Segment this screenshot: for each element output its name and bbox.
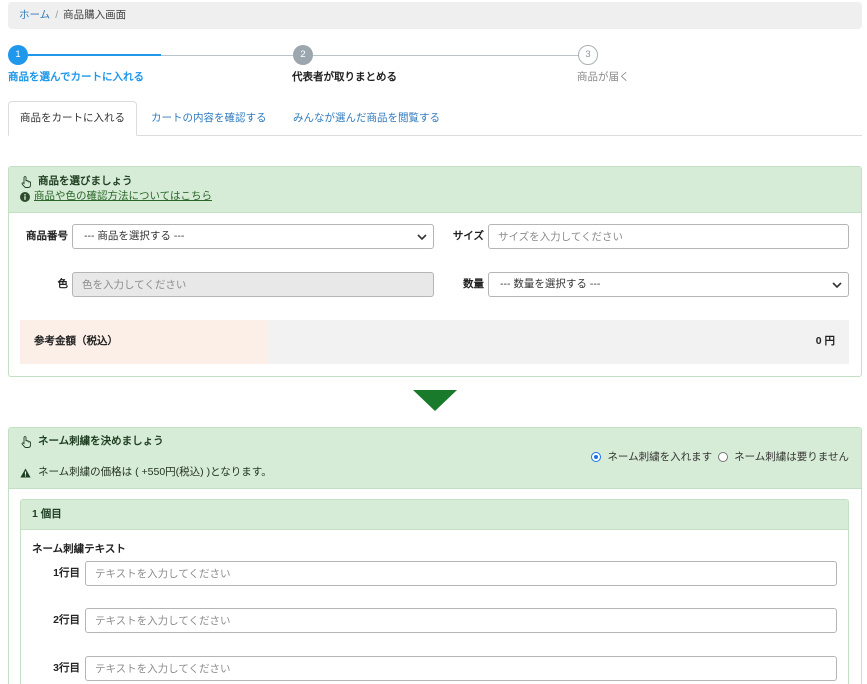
quantity-select[interactable]: --- 数量を選択する --- xyxy=(488,272,849,297)
quantity-label: 数量 xyxy=(463,278,484,290)
embroidery-line-1-input[interactable] xyxy=(85,561,837,586)
info-circle-icon xyxy=(20,191,30,202)
progress-stepper: 1 商品を選んでカートに入れる 2 代表者が取りまとめる 3 商品が届く xyxy=(0,40,867,90)
size-label: サイズ xyxy=(452,230,484,242)
quantity-selected-value: --- 数量を選択する --- xyxy=(500,277,601,290)
step-connector-1-2 xyxy=(28,54,293,56)
product-number-selected-value: --- 商品を選択する --- xyxy=(84,229,185,242)
embroidery-line-2-input[interactable] xyxy=(85,608,837,633)
tab-browse-selections[interactable]: みんなが選んだ商品を閲覧する xyxy=(293,101,440,135)
product-number-label: 商品番号 xyxy=(26,230,68,242)
chevron-down-icon xyxy=(417,234,427,241)
embroidery-line-2-label: 2行目 xyxy=(53,614,80,626)
embroidery-line-1-label: 1行目 xyxy=(53,567,80,579)
step-2-label: 代表者が取りまとめる xyxy=(292,71,397,83)
embroidery-yes-label[interactable]: ネーム刺繍を入れます xyxy=(607,451,712,465)
select-product-help-row: 商品や色の確認方法についてはこちら xyxy=(20,189,850,204)
select-product-title: 商品を選びましょう xyxy=(38,174,133,187)
select-product-card-header: 商品を選びましょう 商品や色の確認方法についてはこちら xyxy=(9,167,861,213)
color-label: 色 xyxy=(57,278,69,290)
radio-indicator[interactable] xyxy=(591,452,602,463)
hand-pointer-icon xyxy=(20,175,32,188)
step-3-number: 3 xyxy=(578,45,598,65)
reference-price-label: 参考金額（税込） xyxy=(20,320,268,364)
breadcrumb: ホーム / 商品購入画面 xyxy=(8,2,862,29)
embroidery-yes-radio[interactable]: ネーム刺繍を入れます xyxy=(591,451,712,465)
embroidery-text-heading: ネーム刺繍テキスト xyxy=(32,543,126,555)
select-product-card: 商品を選びましょう 商品や色の確認方法についてはこちら 商品番号 --- 商品を… xyxy=(8,166,862,377)
step-2-number: 2 xyxy=(293,45,313,65)
embroidery-line-3-label: 3行目 xyxy=(53,662,80,674)
reference-price-row: 参考金額（税込） 0 円 xyxy=(20,320,849,364)
embroidery-price-notice: ネーム刺繍の価格は ( +550円(税込) )となります。 xyxy=(38,465,272,478)
select-product-title-row: 商品を選びましょう xyxy=(20,174,850,189)
embroidery-no-label[interactable]: ネーム刺繍は要りません xyxy=(734,451,849,465)
breadcrumb-home-link[interactable]: ホーム xyxy=(19,9,50,23)
step-connector-1-2-fill xyxy=(28,54,161,56)
tab-add-to-cart[interactable]: 商品をカートに入れる xyxy=(8,101,137,136)
embroidery-card-header: ネーム刺繍を決めましょう ネーム刺繍を入れます ネーム刺繍は要りません ネーム刺… xyxy=(9,428,861,489)
reference-price-value: 0 円 xyxy=(268,320,849,364)
tab-confirm-cart[interactable]: カートの内容を確認する xyxy=(151,101,267,135)
embroidery-item-card: 1 個目 ネーム刺繍テキスト 1行目 2行目 3行目 xyxy=(20,499,849,684)
breadcrumb-separator: / xyxy=(55,8,59,21)
chevron-down-icon xyxy=(832,282,842,289)
embroidery-line-3-input[interactable] xyxy=(85,656,837,681)
product-number-select[interactable]: --- 商品を選択する --- xyxy=(72,224,434,249)
embroidery-option-group: ネーム刺繍を入れます ネーム刺繍は要りません xyxy=(591,450,849,465)
warning-triangle-icon xyxy=(20,467,31,478)
size-input[interactable] xyxy=(488,224,849,249)
embroidery-title: ネーム刺繍を決めましょう xyxy=(38,434,164,447)
embroidery-card: ネーム刺繍を決めましょう ネーム刺繍を入れます ネーム刺繍は要りません ネーム刺… xyxy=(8,427,862,684)
product-color-help-link[interactable]: 商品や色の確認方法についてはこちら xyxy=(34,190,212,204)
down-triangle-icon xyxy=(413,390,457,411)
hand-pointer-icon xyxy=(20,435,32,448)
step-connector-2-3 xyxy=(313,54,578,56)
radio-indicator[interactable] xyxy=(718,452,729,463)
step-1-label: 商品を選んでカートに入れる xyxy=(8,71,144,83)
embroidery-price-notice-row: ネーム刺繍の価格は ( +550円(税込) )となります。 xyxy=(20,465,272,480)
tab-bar: 商品をカートに入れる カートの内容を確認する みんなが選んだ商品を閲覧する xyxy=(8,101,862,136)
step-1-number: 1 xyxy=(8,45,28,65)
breadcrumb-current-page: 商品購入画面 xyxy=(63,8,127,21)
step-3-label: 商品が届く xyxy=(577,71,630,83)
color-input xyxy=(72,272,434,297)
embroidery-item-title: 1 個目 xyxy=(21,500,848,530)
embroidery-title-row: ネーム刺繍を決めましょう xyxy=(20,434,164,449)
embroidery-no-radio[interactable]: ネーム刺繍は要りません xyxy=(718,451,849,465)
